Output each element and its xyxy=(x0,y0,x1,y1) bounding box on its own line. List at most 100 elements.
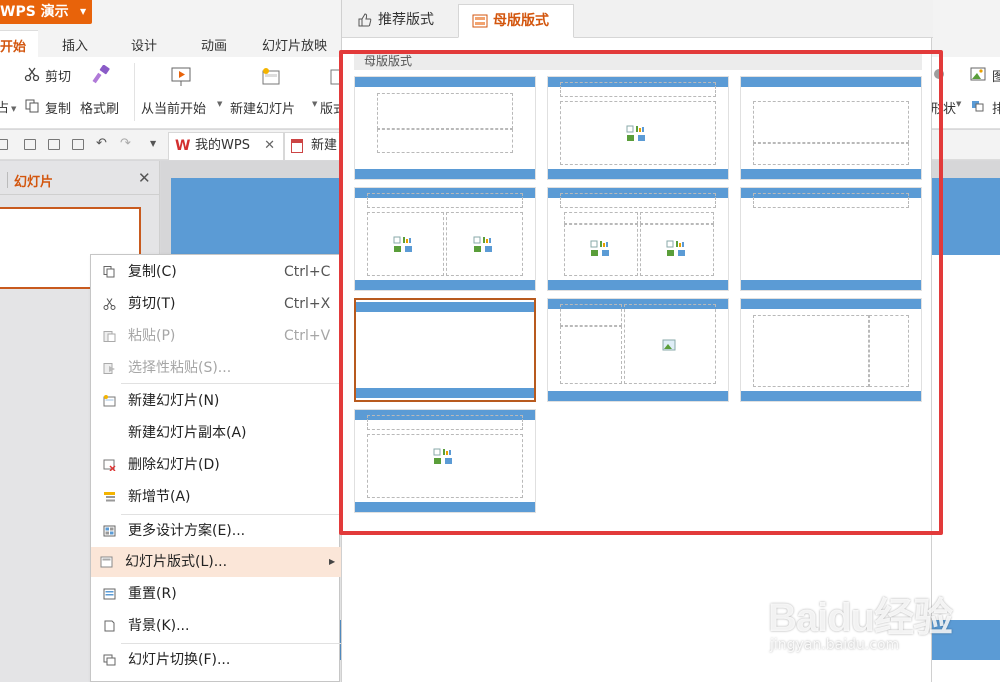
print-icon[interactable] xyxy=(48,139,60,150)
copy-label: 复制 xyxy=(45,102,72,117)
ribbon-divider xyxy=(134,63,135,121)
paste-partial-label[interactable]: 占 ▼ xyxy=(0,97,16,116)
menu-item-more-designs[interactable]: 更多设计方案(E)... xyxy=(91,516,341,546)
layout-icon xyxy=(472,14,488,28)
layout-panel-tabs: 推荐版式 母版版式 xyxy=(342,0,933,38)
doc-tab-label: 我的WPS xyxy=(195,138,250,153)
pane-header-underline xyxy=(0,194,160,195)
menu-item-label: 选择性粘贴(S)... xyxy=(128,360,232,376)
format-painter-button[interactable]: 格式刷 xyxy=(80,63,126,123)
doc-tab-label: 新建 xyxy=(311,138,338,153)
tab-label: 推荐版式 xyxy=(378,12,434,28)
menu-item-label: 重置(R) xyxy=(128,586,177,602)
chevron-down-icon: ▼ xyxy=(312,100,318,108)
tab-design[interactable]: 设计 xyxy=(131,35,157,54)
save-icon[interactable] xyxy=(0,139,8,150)
section-icon xyxy=(104,492,115,502)
wps-logo-icon: W xyxy=(175,138,191,154)
arrange-button[interactable]: 排 xyxy=(970,97,1000,117)
from-current-label: 从当前开始 xyxy=(141,102,207,117)
app-menu-button[interactable]: WPS 演示 ▼ xyxy=(0,0,92,24)
arrange-partial-label: 排 xyxy=(992,102,1000,117)
menu-item-cut[interactable]: 剪切(T) Ctrl+X xyxy=(91,289,341,319)
slideshow-play-icon xyxy=(171,67,191,86)
background-icon xyxy=(104,620,115,632)
export-icon[interactable] xyxy=(24,139,36,150)
presentation-file-icon xyxy=(291,139,303,153)
app-title: WPS 演示 xyxy=(0,4,69,20)
from-current-button[interactable]: 从当前开始 ▼ xyxy=(141,63,223,123)
menu-item-label: 更多设计方案(E)... xyxy=(128,523,246,539)
menu-item-reset[interactable]: 重置(R) xyxy=(91,579,341,609)
menu-item-shortcut: Ctrl+C xyxy=(284,264,331,280)
paste-icon xyxy=(103,331,116,342)
cut-button[interactable]: 剪切 xyxy=(24,65,76,85)
menu-item-new-slide[interactable]: 新建幻灯片(N) xyxy=(91,386,341,416)
scissors-icon xyxy=(103,298,116,310)
menu-item-label: 粘贴(P) xyxy=(128,328,176,344)
chevron-down-icon: ▼ xyxy=(11,104,17,113)
slides-pane-title[interactable]: 幻灯片 xyxy=(14,171,53,190)
tab-master-layouts[interactable]: 母版版式 xyxy=(458,4,574,38)
menu-item-duplicate-slide[interactable]: 新建幻灯片副本(A) xyxy=(91,418,341,448)
menu-separator xyxy=(121,643,341,644)
doc-tab-my-wps[interactable]: W 我的WPS ✕ xyxy=(168,132,284,160)
menu-item-label: 幻灯片切换(F)... xyxy=(128,652,231,668)
menu-item-add-section[interactable]: 新增节(A) xyxy=(91,482,341,512)
layout-icon xyxy=(100,556,113,568)
tab-recommended-layouts[interactable]: 推荐版式 xyxy=(352,4,452,38)
tab-animation[interactable]: 动画 xyxy=(201,35,227,54)
menu-item-slide-layout[interactable]: 幻灯片版式(L)... ▶ xyxy=(91,547,341,577)
close-icon[interactable]: ✕ xyxy=(264,133,275,159)
menu-item-label: 复制(C) xyxy=(128,264,177,280)
tab-slideshow[interactable]: 幻灯片放映 xyxy=(262,35,327,54)
menu-item-label: 删除幻灯片(D) xyxy=(128,457,220,473)
tab-home[interactable]: 开始 xyxy=(0,30,39,57)
redo-icon[interactable]: ↷ xyxy=(120,136,131,151)
transition-icon xyxy=(103,654,116,666)
menu-item-label: 新增节(A) xyxy=(128,489,191,505)
delete-slide-icon xyxy=(103,459,116,471)
chevron-down-icon: ▼ xyxy=(80,7,87,16)
undo-icon[interactable]: ↶ xyxy=(96,136,107,151)
menu-item-delete-slide[interactable]: 删除幻灯片(D) xyxy=(91,450,341,480)
chevron-down-icon: ▼ xyxy=(956,100,962,108)
arrange-icon xyxy=(972,101,984,112)
copy-icon xyxy=(103,266,115,278)
tab-insert[interactable]: 插入 xyxy=(62,35,88,54)
menu-item-label: 幻灯片版式(L)... xyxy=(125,554,228,570)
cut-label: 剪切 xyxy=(45,70,72,85)
menu-item-background[interactable]: 背景(K)... xyxy=(91,611,341,641)
menu-item-label: 背景(K)... xyxy=(128,618,190,634)
design-icon xyxy=(103,525,116,537)
paste-special-icon xyxy=(103,363,115,374)
customize-dropdown-icon[interactable]: ▼ xyxy=(150,139,156,148)
image-partial-label: 图 xyxy=(992,70,1000,85)
menu-separator xyxy=(121,383,341,384)
new-slide-icon xyxy=(103,395,116,407)
doc-tab-new[interactable]: 新建 xyxy=(284,132,344,160)
image-icon xyxy=(970,67,986,81)
new-slide-icon xyxy=(262,68,280,85)
highlight-box xyxy=(339,50,943,535)
chevron-right-icon: ▶ xyxy=(329,557,336,566)
image-button[interactable]: 图 xyxy=(970,65,1000,85)
format-painter-label: 格式刷 xyxy=(80,102,120,117)
menu-item-paste[interactable]: 粘贴(P) Ctrl+V xyxy=(91,321,341,351)
menu-item-paste-special[interactable]: 选择性粘贴(S)... xyxy=(91,353,341,383)
new-slide-button[interactable]: 新建幻灯片 ▼ xyxy=(230,63,320,123)
menu-item-slide-transition[interactable]: 幻灯片切换(F)... xyxy=(91,645,341,675)
baidu-watermark: Baidu经验 jingyan.baidu.com xyxy=(760,575,960,665)
copy-button[interactable]: 复制 xyxy=(24,97,76,117)
print-preview-icon[interactable] xyxy=(72,139,84,150)
reset-icon xyxy=(103,588,116,600)
watermark-url: jingyan.baidu.com xyxy=(770,637,900,653)
menu-separator xyxy=(121,514,341,515)
new-slide-label: 新建幻灯片 xyxy=(230,102,296,117)
menu-item-copy[interactable]: 复制(C) Ctrl+C xyxy=(91,257,341,287)
pane-divider xyxy=(7,172,8,188)
ribbon-partial-label: 占 xyxy=(0,101,10,116)
thumbs-up-icon xyxy=(358,13,372,27)
close-icon[interactable]: ✕ xyxy=(138,169,151,187)
copy-icon xyxy=(25,99,39,113)
